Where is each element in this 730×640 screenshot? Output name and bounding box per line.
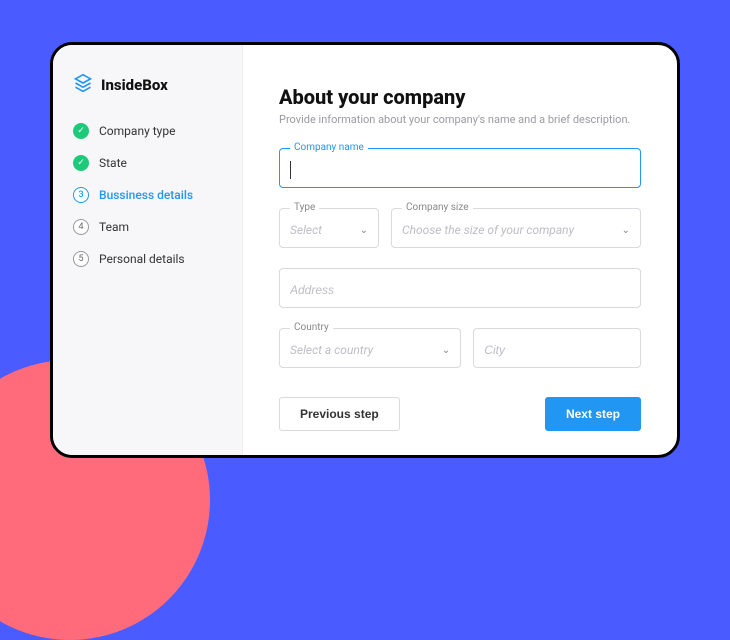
country-placeholder: Select a country — [290, 343, 436, 357]
main-content: About your company Provide information a… — [243, 45, 677, 455]
city-field[interactable] — [473, 328, 641, 368]
step-label: Personal details — [99, 252, 185, 266]
step-number-badge: 5 — [73, 251, 89, 267]
city-input[interactable] — [484, 343, 630, 357]
company-size-label: Company size — [402, 202, 473, 213]
step-item[interactable]: 4 Team — [73, 219, 222, 235]
step-number-badge: 4 — [73, 219, 89, 235]
step-item[interactable]: ✓ Company type — [73, 123, 222, 139]
step-label: Company type — [99, 124, 175, 138]
sidebar: InsideBox ✓ Company type ✓ State 3 Bussiness … — [53, 45, 243, 455]
step-label: Team — [99, 220, 129, 234]
company-name-field[interactable]: Company name — [279, 148, 641, 188]
address-field[interactable] — [279, 268, 641, 308]
address-input[interactable] — [290, 283, 630, 297]
company-size-placeholder: Choose the size of your company — [402, 223, 616, 237]
chevron-down-icon: ⌄ — [622, 225, 630, 236]
country-label: Country — [290, 322, 333, 333]
chevron-down-icon: ⌄ — [360, 225, 368, 236]
page-title: About your company — [279, 85, 641, 109]
step-item[interactable]: ✓ State — [73, 155, 222, 171]
country-select[interactable]: Country Select a country ⌄ — [279, 328, 461, 368]
step-item[interactable]: 5 Personal details — [73, 251, 222, 267]
type-select[interactable]: Type Select ⌄ — [279, 208, 379, 248]
check-icon: ✓ — [73, 155, 89, 171]
chevron-down-icon: ⌄ — [442, 345, 450, 356]
company-name-label: Company name — [290, 142, 368, 153]
check-icon: ✓ — [73, 123, 89, 139]
step-number-badge: 3 — [73, 187, 89, 203]
step-label: Bussiness details — [99, 188, 193, 202]
brand-logo-icon — [73, 73, 93, 97]
form-actions: Previous step Next step — [279, 389, 641, 431]
type-label: Type — [290, 202, 319, 213]
brand-name: InsideBox — [101, 76, 168, 94]
step-label: State — [99, 156, 127, 170]
type-placeholder: Select — [290, 223, 354, 237]
page-subtitle: Provide information about your company's… — [279, 113, 641, 126]
next-step-button[interactable]: Next step — [545, 397, 641, 431]
app-window: InsideBox ✓ Company type ✓ State 3 Bussiness … — [50, 42, 680, 458]
step-item[interactable]: 3 Bussiness details — [73, 187, 222, 203]
company-size-select[interactable]: Company size Choose the size of your com… — [391, 208, 641, 248]
company-name-input[interactable] — [291, 163, 630, 177]
brand: InsideBox — [73, 73, 222, 97]
step-list: ✓ Company type ✓ State 3 Bussiness details 4 Te… — [73, 123, 222, 267]
previous-step-button[interactable]: Previous step — [279, 397, 400, 431]
